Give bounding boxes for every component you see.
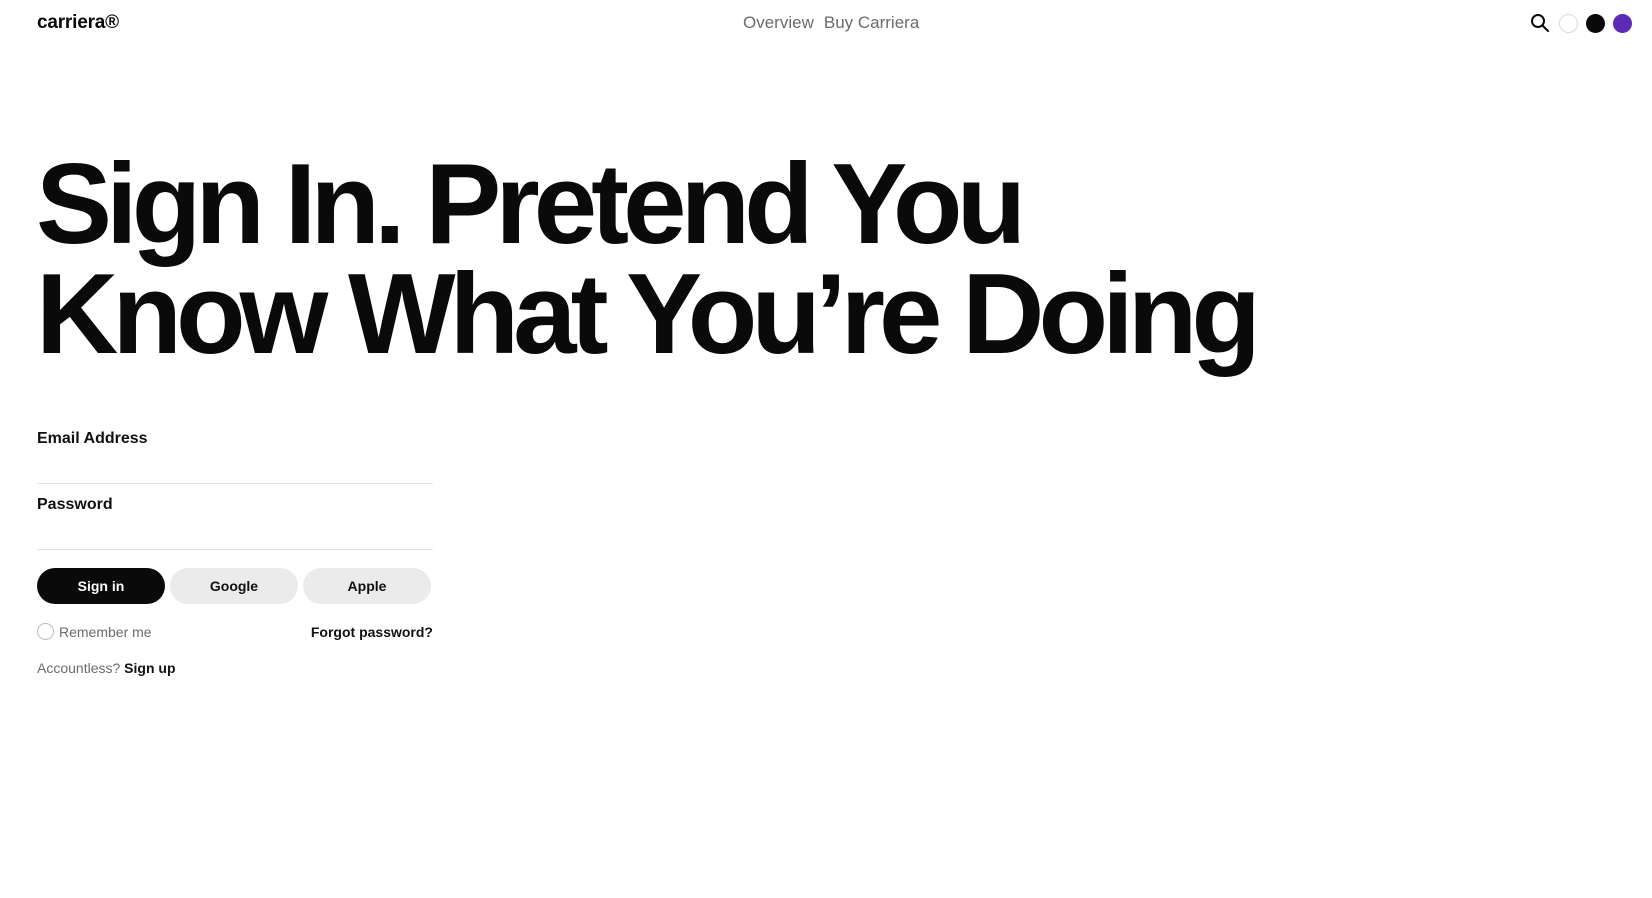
nav-overview[interactable]: Overview xyxy=(743,13,814,33)
forgot-password-link[interactable]: Forgot password? xyxy=(311,624,433,640)
theme-swatch-dark[interactable] xyxy=(1586,13,1605,33)
password-input[interactable] xyxy=(37,520,433,550)
top-bar: carriera® Overview Buy Carriera xyxy=(0,0,1652,46)
logo[interactable]: carriera® xyxy=(37,12,119,34)
main-nav: Overview Buy Carriera xyxy=(743,13,919,33)
remember-me-label: Remember me xyxy=(59,623,152,640)
sign-in-form: Email Address Password Sign in Google Ap… xyxy=(37,430,433,676)
signup-row: Accountless? Sign up xyxy=(37,660,433,676)
email-input[interactable] xyxy=(37,454,433,484)
signup-prompt: Accountless? xyxy=(37,660,121,676)
google-sign-in-button[interactable]: Google xyxy=(170,568,298,604)
header-actions xyxy=(1529,12,1632,34)
headline-line-2: Know What You’re Doing xyxy=(36,251,1261,378)
theme-swatch-purple[interactable] xyxy=(1613,13,1632,33)
page-headline: Sign In. Pretend You Know What You’re Do… xyxy=(36,141,1336,378)
form-options: Remember me Forgot password? xyxy=(37,623,433,640)
search-icon[interactable] xyxy=(1529,12,1551,34)
theme-swatch-light[interactable] xyxy=(1559,13,1578,33)
password-field-group: Password xyxy=(37,496,433,550)
email-field-group: Email Address xyxy=(37,430,433,484)
email-label: Email Address xyxy=(37,430,148,447)
headline-line-1: Sign In. Pretend You xyxy=(36,141,1026,268)
nav-buy-carriera[interactable]: Buy Carriera xyxy=(824,13,919,33)
password-label: Password xyxy=(37,496,113,513)
remember-me-checkbox[interactable]: Remember me xyxy=(37,623,152,640)
apple-sign-in-button[interactable]: Apple xyxy=(303,568,431,604)
sign-in-button[interactable]: Sign in xyxy=(37,568,165,604)
sign-up-link[interactable]: Sign up xyxy=(124,660,175,676)
auth-buttons: Sign in Google Apple xyxy=(37,568,433,604)
remember-me-circle-icon[interactable] xyxy=(37,623,54,640)
